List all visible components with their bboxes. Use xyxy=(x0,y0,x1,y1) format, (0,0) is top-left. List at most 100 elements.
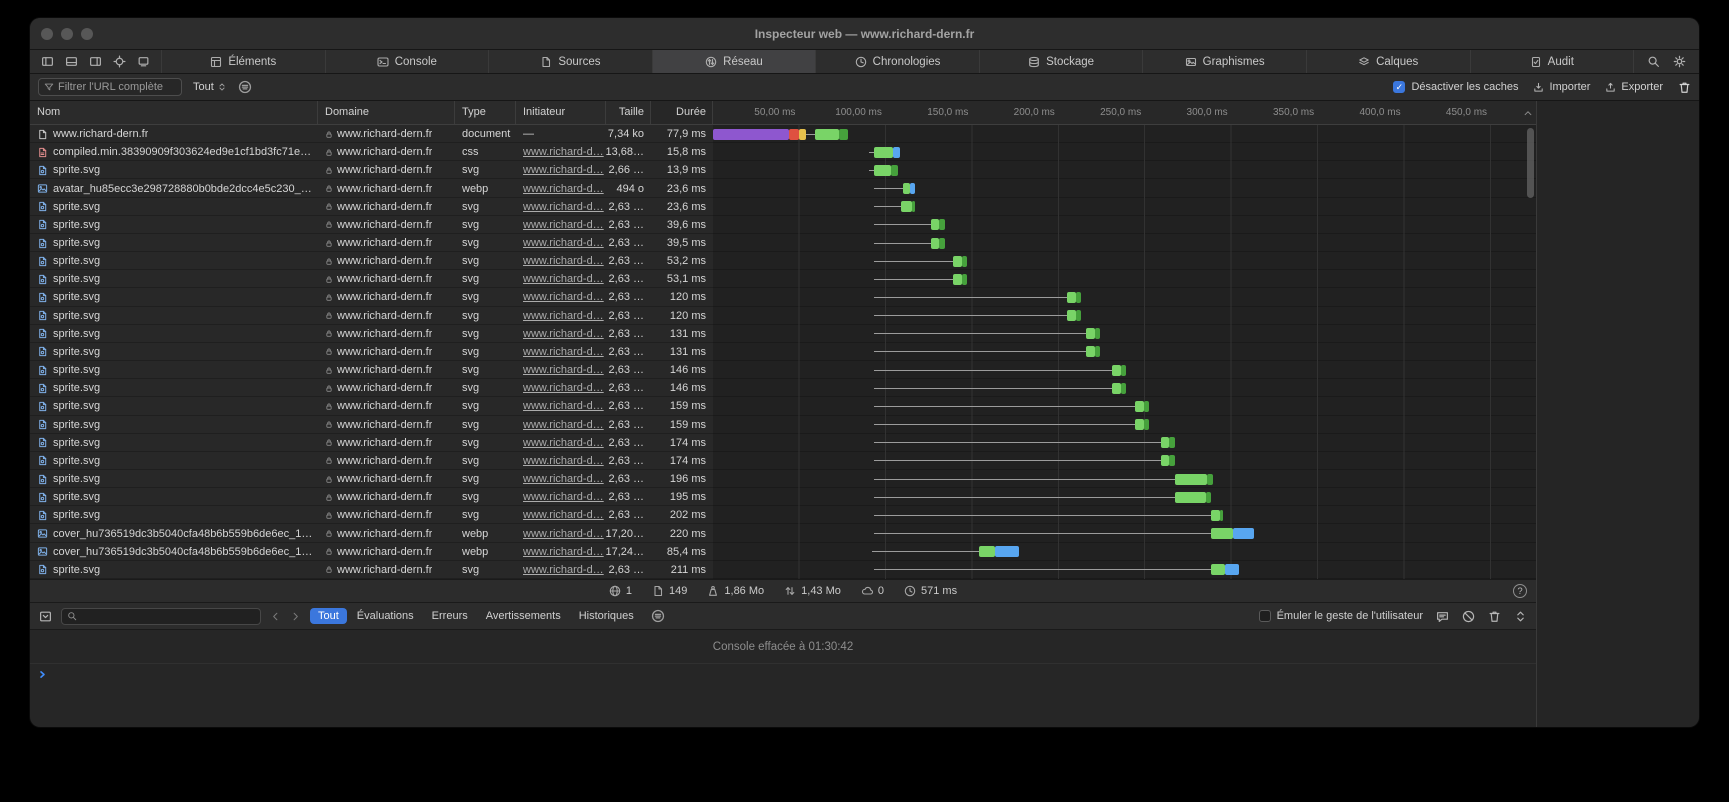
clear-console-icon[interactable] xyxy=(1462,610,1475,623)
initiator-link[interactable]: www.richard-d… xyxy=(523,237,604,249)
column-header-initiateur[interactable]: Initiateur xyxy=(516,101,606,124)
clear-network-trash-icon[interactable] xyxy=(1678,81,1691,94)
network-row[interactable]: sprite.svgwww.richard-dern.frsvgwww.rich… xyxy=(30,161,1536,179)
console-tab-historiques[interactable]: Historiques xyxy=(571,608,642,624)
disable-caches-checkbox[interactable] xyxy=(1393,81,1405,93)
network-row[interactable]: sprite.svgwww.richard-dern.frsvgwww.rich… xyxy=(30,506,1536,524)
console-tab-avertissements[interactable]: Avertissements xyxy=(478,608,569,624)
console-trash-icon[interactable] xyxy=(1488,610,1501,623)
network-row[interactable]: sprite.svgwww.richard-dern.frsvgwww.rich… xyxy=(30,452,1536,470)
disable-caches-toggle[interactable]: Désactiver les caches xyxy=(1393,81,1518,93)
dock-left-icon[interactable] xyxy=(41,55,54,68)
url-filter-input[interactable]: Filtrer l'URL complète xyxy=(38,78,182,96)
tab-calques[interactable]: Calques xyxy=(1306,50,1470,73)
initiator-link[interactable]: www.richard-d… xyxy=(523,201,604,213)
console-search-field[interactable] xyxy=(61,608,261,625)
initiator-link[interactable]: www.richard-d… xyxy=(523,346,604,358)
initiator-link[interactable]: www.richard-d… xyxy=(523,473,604,485)
initiator-link[interactable]: www.richard-d… xyxy=(523,291,604,303)
initiator-link[interactable]: www.richard-d… xyxy=(523,455,604,467)
network-row[interactable]: sprite.svgwww.richard-dern.frsvgwww.rich… xyxy=(30,216,1536,234)
network-row[interactable]: sprite.svgwww.richard-dern.frsvgwww.rich… xyxy=(30,288,1536,306)
initiator-link[interactable]: www.richard-d… xyxy=(523,564,604,576)
initiator-link[interactable]: www.richard-d… xyxy=(523,219,604,231)
network-row[interactable]: sprite.svgwww.richard-dern.frsvgwww.rich… xyxy=(30,270,1536,288)
network-row[interactable]: sprite.svgwww.richard-dern.frsvgwww.rich… xyxy=(30,361,1536,379)
tab-audit[interactable]: Audit xyxy=(1470,50,1634,73)
tab-chronologies[interactable]: Chronologies xyxy=(815,50,979,73)
tab-reseau[interactable]: Réseau xyxy=(652,50,816,73)
initiator-link[interactable]: www.richard-d… xyxy=(523,528,604,540)
console-options-icon[interactable] xyxy=(651,609,665,623)
initiator-link[interactable]: www.richard-d… xyxy=(523,164,604,176)
filter-options-icon[interactable] xyxy=(238,80,252,94)
settings-gear-icon[interactable] xyxy=(1673,55,1686,68)
initiator-link[interactable]: www.richard-d… xyxy=(523,400,604,412)
console-tab-erreurs[interactable]: Erreurs xyxy=(424,608,476,624)
console-tab-tout[interactable]: Tout xyxy=(310,608,347,624)
network-row[interactable]: sprite.svgwww.richard-dern.frsvgwww.rich… xyxy=(30,488,1536,506)
network-row[interactable]: sprite.svgwww.richard-dern.frsvgwww.rich… xyxy=(30,198,1536,216)
help-button[interactable]: ? xyxy=(1513,584,1527,598)
column-header-taille[interactable]: Taille xyxy=(606,101,651,124)
network-row[interactable]: sprite.svgwww.richard-dern.frsvgwww.rich… xyxy=(30,379,1536,397)
network-row[interactable]: sprite.svgwww.richard-dern.frsvgwww.rich… xyxy=(30,561,1536,579)
network-row[interactable]: cover_hu736519dc3b5040cfa48b6b559b6de6ec… xyxy=(30,543,1536,561)
responsive-mode-icon[interactable] xyxy=(137,55,150,68)
dock-bottom-icon[interactable] xyxy=(65,55,78,68)
network-row[interactable]: sprite.svgwww.richard-dern.frsvgwww.rich… xyxy=(30,434,1536,452)
initiator-link[interactable]: www.richard-d… xyxy=(523,310,604,322)
title-bar[interactable]: Inspecteur web — www.richard-dern.fr xyxy=(30,18,1699,50)
toggle-console-icon[interactable] xyxy=(1514,610,1527,623)
import-button[interactable]: Importer xyxy=(1533,81,1590,93)
network-row[interactable]: sprite.svgwww.richard-dern.frsvgwww.rich… xyxy=(30,397,1536,415)
initiator-link[interactable]: www.richard-d… xyxy=(523,364,604,376)
initiator-link[interactable]: www.richard-d… xyxy=(523,437,604,449)
initiator-link[interactable]: www.richard-d… xyxy=(523,273,604,285)
tab-console[interactable]: Console xyxy=(325,50,489,73)
initiator-link[interactable]: www.richard-d… xyxy=(523,146,604,158)
initiator-link[interactable]: www.richard-d… xyxy=(523,509,604,521)
console-forward-icon[interactable] xyxy=(290,611,301,622)
initiator-link[interactable]: www.richard-d… xyxy=(523,255,604,267)
initiator-link[interactable]: www.richard-d… xyxy=(523,546,604,558)
initiator-link[interactable]: www.richard-d… xyxy=(523,419,604,431)
column-header-domaine[interactable]: Domaine xyxy=(318,101,455,124)
zoom-button[interactable] xyxy=(81,28,93,40)
column-header-nom[interactable]: Nom xyxy=(30,101,318,124)
network-row[interactable]: cover_hu736519dc3b5040cfa48b6b559b6de6ec… xyxy=(30,524,1536,542)
emulate-gesture-checkbox[interactable] xyxy=(1259,610,1271,622)
initiator-link[interactable]: www.richard-d… xyxy=(523,491,604,503)
scroll-top-icon[interactable] xyxy=(1523,108,1533,118)
network-row[interactable]: sprite.svgwww.richard-dern.frsvgwww.rich… xyxy=(30,325,1536,343)
dock-right-icon[interactable] xyxy=(89,55,102,68)
search-icon[interactable] xyxy=(1647,55,1660,68)
console-tab-evaluations[interactable]: Évaluations xyxy=(349,608,422,624)
tab-stockage[interactable]: Stockage xyxy=(979,50,1143,73)
console-back-icon[interactable] xyxy=(270,611,281,622)
vertical-scrollbar[interactable] xyxy=(1527,128,1534,198)
network-row[interactable]: sprite.svgwww.richard-dern.frsvgwww.rich… xyxy=(30,416,1536,434)
tab-elements[interactable]: Éléments xyxy=(161,50,325,73)
console-scope-icon[interactable] xyxy=(39,610,52,623)
initiator-link[interactable]: www.richard-d… xyxy=(523,382,604,394)
element-picker-icon[interactable] xyxy=(113,55,126,68)
export-button[interactable]: Exporter xyxy=(1605,81,1663,93)
network-row[interactable]: sprite.svgwww.richard-dern.frsvgwww.rich… xyxy=(30,307,1536,325)
resource-type-dropdown[interactable]: Tout xyxy=(193,81,227,93)
console-messages-icon[interactable] xyxy=(1436,610,1449,623)
network-row[interactable]: sprite.svgwww.richard-dern.frsvgwww.rich… xyxy=(30,234,1536,252)
network-row[interactable]: sprite.svgwww.richard-dern.frsvgwww.rich… xyxy=(30,252,1536,270)
close-button[interactable] xyxy=(41,28,53,40)
network-row[interactable]: sprite.svgwww.richard-dern.frsvgwww.rich… xyxy=(30,343,1536,361)
column-header-type[interactable]: Type xyxy=(455,101,516,124)
tab-sources[interactable]: Sources xyxy=(488,50,652,73)
minimize-button[interactable] xyxy=(61,28,73,40)
emulate-gesture-toggle[interactable]: Émuler le geste de l'utilisateur xyxy=(1259,610,1423,622)
network-row[interactable]: compiled.min.38390909f303624ed9e1cf1bd3f… xyxy=(30,143,1536,161)
network-row[interactable]: sprite.svgwww.richard-dern.frsvgwww.rich… xyxy=(30,470,1536,488)
tab-graphismes[interactable]: Graphismes xyxy=(1142,50,1306,73)
console-prompt[interactable] xyxy=(30,663,1536,685)
initiator-link[interactable]: www.richard-d… xyxy=(523,328,604,340)
network-row[interactable]: avatar_hu85ecc3e298728880b0bde2dcc4e5c23… xyxy=(30,179,1536,197)
